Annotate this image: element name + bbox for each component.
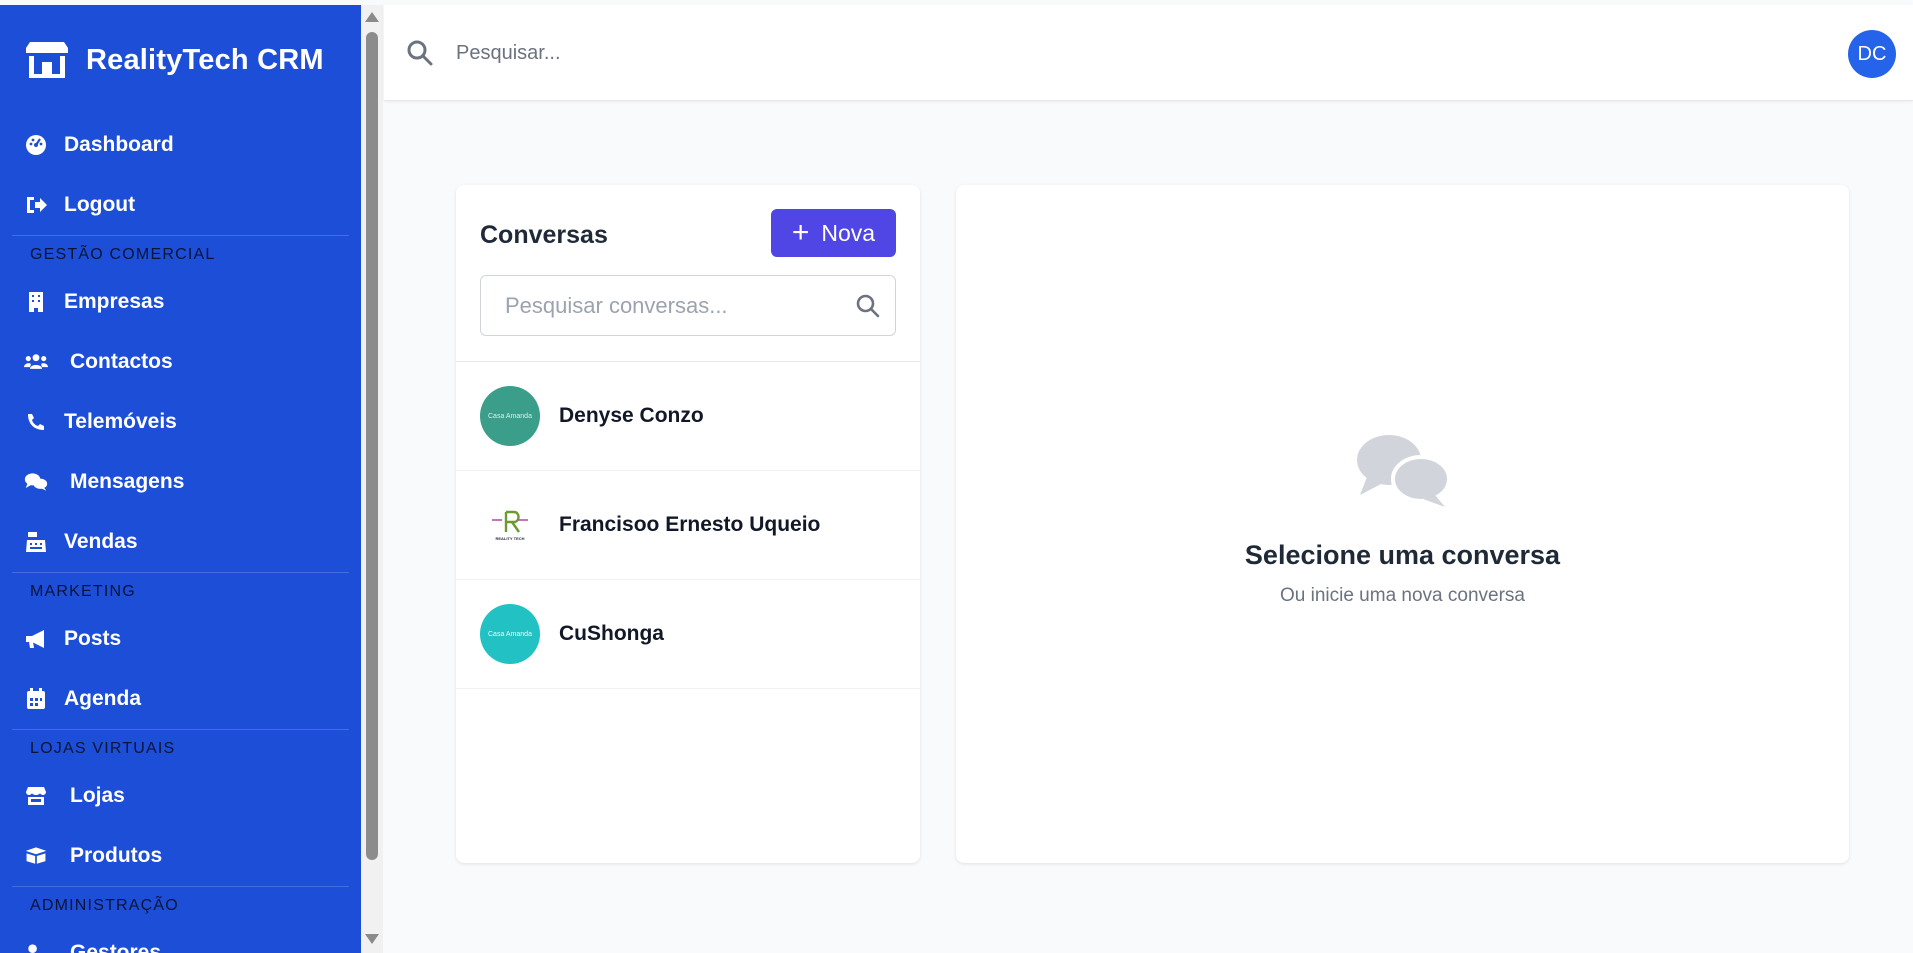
- sidebar-item-label: Mensagens: [70, 470, 185, 493]
- bullhorn-icon: [24, 625, 52, 653]
- plus-icon: +: [791, 216, 810, 249]
- sidebar-item-label: Telemóveis: [64, 410, 177, 433]
- calendar-icon: [24, 685, 52, 713]
- scroll-up-arrow-icon[interactable]: [365, 12, 379, 22]
- contact-avatar: Casa Amanda: [480, 386, 540, 446]
- sidebar-item-label: Produtos: [70, 844, 163, 867]
- sidebar-item-vendas[interactable]: Vendas: [0, 512, 361, 572]
- search-icon: [856, 294, 880, 318]
- section-marketing: MARKETING: [12, 572, 349, 609]
- user-avatar[interactable]: DC: [1848, 30, 1896, 78]
- reality-tech-logo-icon: [492, 510, 528, 533]
- sidebar-scrollbar[interactable]: [361, 5, 383, 953]
- sidebar-item-label: Dashboard: [64, 133, 174, 156]
- users-icon: [24, 348, 52, 376]
- contact-name: Francisoo Ernesto Uqueio: [559, 513, 821, 536]
- comments-icon: [1357, 435, 1451, 507]
- top-bar: DC: [384, 5, 1913, 101]
- sidebar-item-gestores[interactable]: Gestores: [0, 923, 361, 953]
- new-conversation-button[interactable]: + Nova: [771, 209, 896, 257]
- contact-name: Denyse Conzo: [559, 404, 704, 427]
- contact-avatar-label: Casa Amanda: [488, 630, 532, 638]
- empty-state-subtitle: Ou inicie uma nova conversa: [1279, 585, 1525, 606]
- logout-icon: [24, 191, 52, 219]
- contact-avatar: REALITY TECH: [480, 495, 540, 555]
- contact-avatar: Casa Amanda: [480, 604, 540, 664]
- conversation-item[interactable]: REALITY TECH Francisoo Ernesto Uqueio: [456, 471, 920, 580]
- contact-name: CuShonga: [559, 622, 664, 645]
- sidebar-item-label: Lojas: [70, 784, 125, 807]
- scrollbar-thumb[interactable]: [366, 32, 378, 860]
- sidebar: RealityTech CRM Dashboard Logout GESTÃO …: [0, 5, 361, 953]
- sidebar-item-logout[interactable]: Logout: [0, 175, 361, 235]
- sidebar-item-contactos[interactable]: Contactos: [0, 332, 361, 392]
- conversations-header: Conversas + Nova: [456, 185, 920, 362]
- section-administracao: ADMINISTRAÇÃO: [12, 886, 349, 923]
- scroll-down-arrow-icon[interactable]: [365, 934, 379, 944]
- boxes-icon: [24, 842, 52, 870]
- cash-register-icon: [24, 528, 52, 556]
- search-icon: [407, 40, 433, 66]
- gauge-icon: [24, 131, 52, 159]
- sidebar-item-label: Logout: [64, 193, 136, 216]
- conversations-panel: Conversas + Nova Casa Amanda Denyse Conz…: [456, 185, 920, 863]
- contact-avatar-label: Casa Amanda: [488, 412, 532, 420]
- conversation-search-input[interactable]: [505, 292, 835, 320]
- empty-state-title: Selecione uma conversa: [1244, 540, 1561, 570]
- contact-avatar-label: REALITY TECH: [495, 535, 525, 541]
- sidebar-item-dashboard[interactable]: Dashboard: [0, 115, 361, 175]
- user-gear-icon: [24, 939, 52, 953]
- section-lojas-virtuais: LOJAS VIRTUAIS: [12, 729, 349, 766]
- conversation-item[interactable]: Casa Amanda CuShonga: [456, 580, 920, 689]
- phone-icon: [24, 408, 52, 436]
- sidebar-item-label: Empresas: [64, 290, 165, 313]
- sidebar-item-label: Vendas: [64, 530, 138, 553]
- store-logo-icon: [26, 42, 68, 78]
- sidebar-item-label: Gestores: [70, 941, 162, 953]
- sidebar-item-mensagens[interactable]: Mensagens: [0, 452, 361, 512]
- sidebar-item-telemoveis[interactable]: Telemóveis: [0, 392, 361, 452]
- section-gestao-comercial: GESTÃO COMERCIAL: [12, 235, 349, 272]
- global-search-input[interactable]: [456, 37, 1056, 69]
- app-name: RealityTech CRM: [86, 43, 324, 76]
- chat-panel: Selecione uma conversa Ou inicie uma nov…: [956, 185, 1849, 863]
- sidebar-item-empresas[interactable]: Empresas: [0, 272, 361, 332]
- sidebar-item-lojas[interactable]: Lojas: [0, 766, 361, 826]
- new-conversation-label: Nova: [821, 219, 876, 246]
- sidebar-item-posts[interactable]: Posts: [0, 609, 361, 669]
- sidebar-item-label: Posts: [64, 627, 122, 650]
- sidebar-item-label: Contactos: [70, 350, 173, 373]
- conversation-item[interactable]: Casa Amanda Denyse Conzo: [456, 362, 920, 471]
- store-icon: [24, 782, 52, 810]
- conversation-search-box[interactable]: [480, 275, 896, 336]
- conversations-title: Conversas: [480, 221, 608, 249]
- sidebar-item-produtos[interactable]: Produtos: [0, 826, 361, 886]
- comments-icon: [24, 468, 52, 496]
- brand[interactable]: RealityTech CRM: [0, 5, 361, 115]
- sidebar-item-agenda[interactable]: Agenda: [0, 669, 361, 729]
- building-icon: [24, 288, 52, 316]
- sidebar-item-label: Agenda: [64, 687, 142, 710]
